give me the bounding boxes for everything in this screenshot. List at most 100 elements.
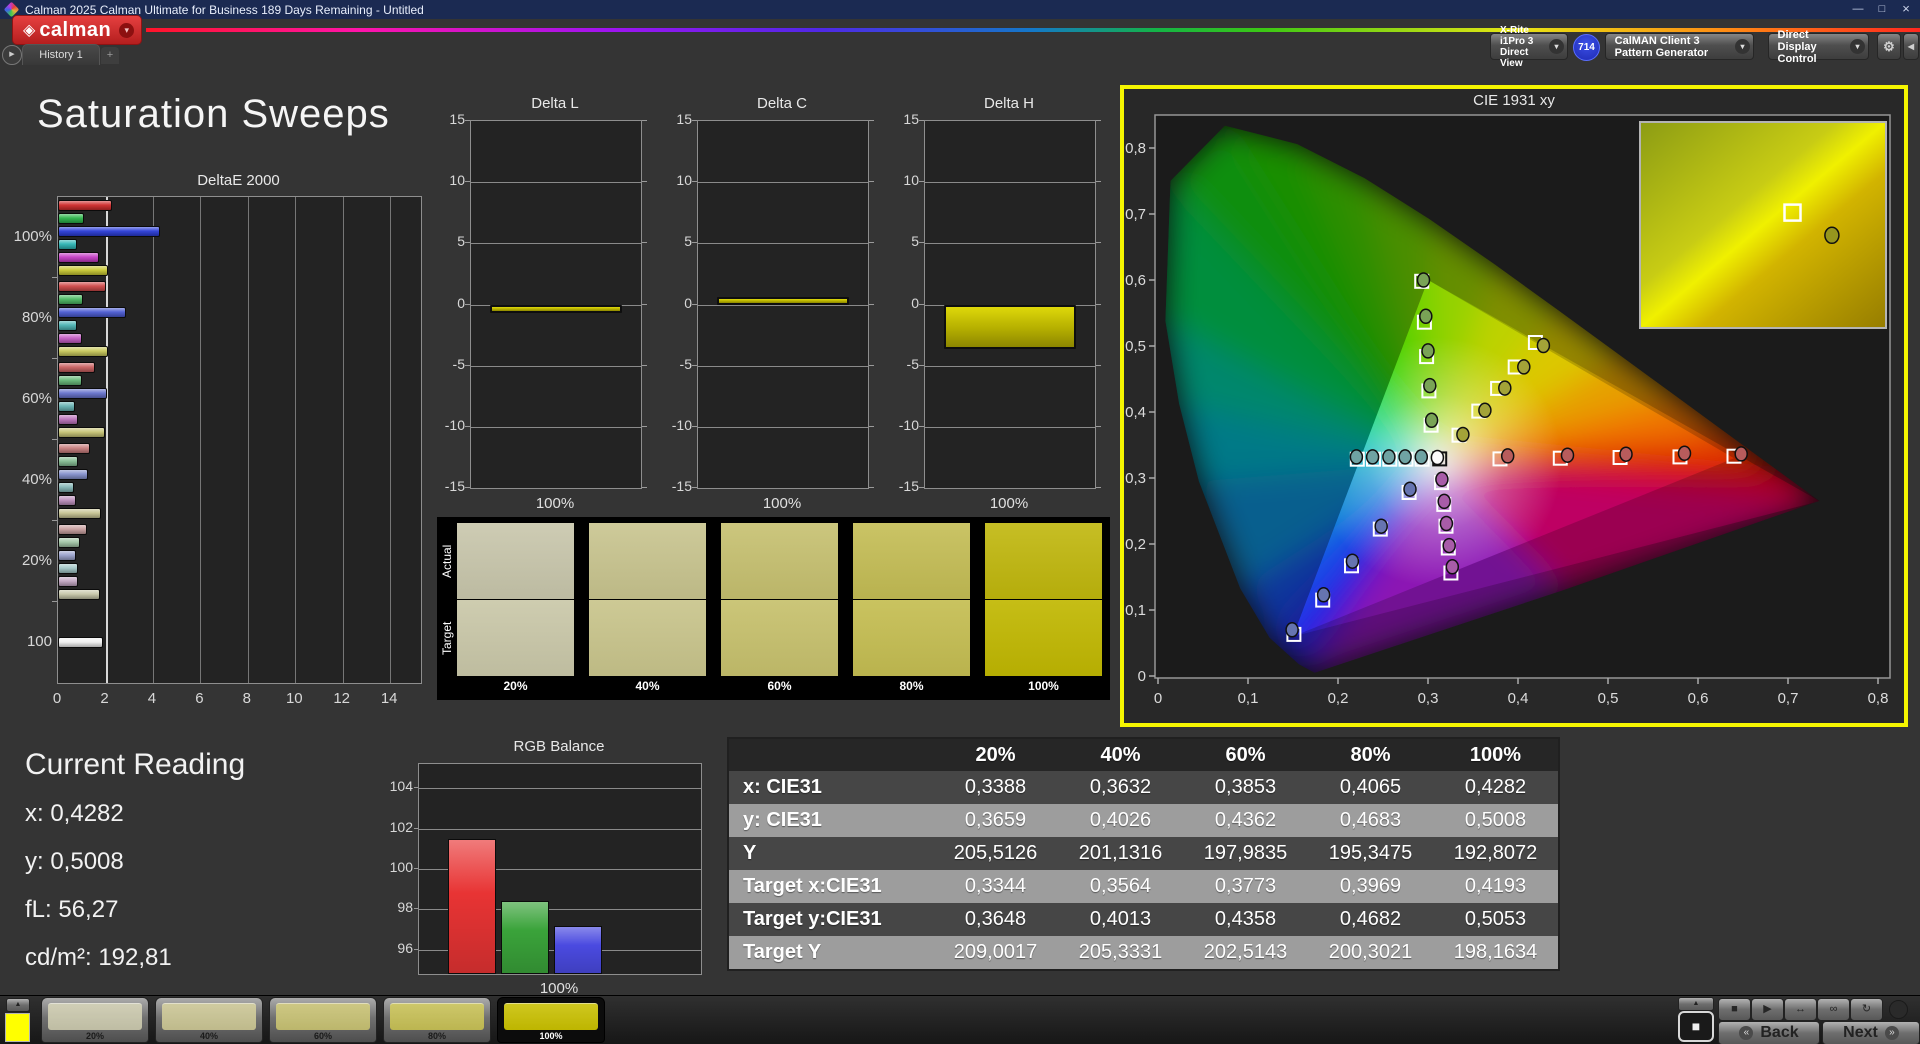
bar-blue — [554, 925, 602, 974]
pattern-swatch-color — [48, 1003, 142, 1030]
swatch-column-label: 40% — [635, 679, 660, 693]
close-button[interactable]: × — [1894, 0, 1918, 19]
swatch-column-label: 80% — [899, 679, 924, 693]
table-cell: 0,4358 — [1214, 908, 1277, 930]
axis-tick — [692, 181, 697, 183]
calman-menu-button[interactable]: ◈ calman ▾ — [12, 15, 142, 45]
bar-red — [58, 523, 87, 535]
group-label: 100 — [26, 633, 52, 650]
bar-100pct — [717, 297, 849, 306]
table-row: Target x:CIE31 0,3344 0,3564 0,3773 0,3969 0,… — [729, 870, 1558, 903]
chart-title: Delta H — [983, 95, 1035, 112]
table-cell: 205,3331 — [1078, 941, 1163, 963]
pattern-swatch-button-80%[interactable]: 80% — [383, 997, 491, 1043]
bar-yellow — [58, 264, 108, 276]
axis-tick — [1096, 242, 1101, 244]
meter-count-badge[interactable]: 714 — [1573, 34, 1600, 61]
stop-pattern-button[interactable]: ■ — [1678, 1011, 1714, 1042]
current-reading-title: Current Reading — [25, 748, 246, 781]
axis-tick — [692, 364, 697, 366]
add-tab-button[interactable]: + — [101, 47, 119, 64]
axis-tick — [869, 425, 874, 427]
cie-chart-title: CIE 1931 xy — [1473, 92, 1555, 109]
plot-area — [57, 196, 422, 684]
minimize-button[interactable]: — — [1846, 0, 1870, 19]
axis-tick — [465, 487, 470, 488]
bar-cyan — [58, 238, 78, 250]
back-label: Back — [1760, 1024, 1799, 1041]
table-cell: 0,3659 — [964, 809, 1027, 831]
display-status-stripe — [1771, 36, 1774, 57]
axis-tick — [919, 181, 924, 183]
bar-cyan — [58, 562, 79, 574]
pattern-swatch-button-40%[interactable]: 40% — [155, 997, 263, 1043]
table-cell: 0,4193 — [1464, 875, 1527, 897]
x-tick-label: 4 — [147, 690, 157, 707]
x-tick-label: 6 — [195, 690, 204, 707]
transport-collapse-button[interactable]: ▲ — [1678, 997, 1714, 1011]
table-cell: 192,8072 — [1453, 842, 1538, 864]
axis-tick — [642, 364, 647, 366]
axis-tick — [465, 242, 470, 244]
axis-tick — [869, 181, 874, 183]
meter-dropdown[interactable]: X-Rite i1Pro 3 Direct View ▾ — [1490, 25, 1568, 69]
table-cell: 40% — [1100, 743, 1141, 766]
back-button[interactable]: « Back — [1718, 1021, 1820, 1044]
step-button[interactable]: ↔ — [1784, 998, 1817, 1021]
tab-history-1[interactable]: History 1 — [22, 44, 100, 65]
x-axis-label: 100% — [989, 495, 1029, 512]
chevron-down-icon: ▾ — [1735, 39, 1750, 54]
swatch-actual-60% — [721, 523, 838, 599]
meter-label: X-Rite i1Pro 3 Direct View — [1500, 24, 1534, 69]
rgb-balance-chart: RGB Balance 104 102 100 98 96 100% — [385, 736, 715, 1001]
axis-tick — [52, 520, 57, 521]
table-cell: 0,3773 — [1214, 875, 1277, 897]
grid-line — [247, 197, 249, 683]
bar-green — [58, 293, 84, 305]
pattern-swatch-button-20%[interactable]: 20% — [41, 997, 149, 1043]
x-tick-label: 8 — [242, 690, 251, 707]
y-tick-label: 0 — [457, 294, 465, 311]
svg-text:0,7: 0,7 — [1778, 690, 1799, 707]
axis-tick — [919, 425, 924, 427]
continuous-button[interactable]: ∞ — [1817, 998, 1850, 1021]
delta-h-chart: Delta H 15 10 5 0 -5 -10 -15 100% — [894, 95, 1104, 515]
axis-tick — [642, 425, 647, 427]
axis-tick — [414, 908, 418, 910]
pattern-swatch-label: 60% — [313, 1031, 332, 1041]
stop-button[interactable]: ■ — [1718, 998, 1751, 1021]
axis-tick — [465, 181, 470, 183]
pattern-swatch-color — [162, 1003, 256, 1030]
refresh-button[interactable]: ↻ — [1850, 998, 1883, 1021]
group-label: 80% — [21, 309, 52, 326]
y-tick-label: -15 — [671, 478, 692, 494]
bar-red — [58, 280, 106, 292]
settings-button[interactable]: ⚙ — [1877, 33, 1901, 60]
x-tick-label: 0 — [52, 690, 62, 707]
play-button[interactable]: ▶ — [1751, 998, 1784, 1021]
y-tick-label: 96 — [397, 939, 413, 956]
reading-y: y: 0,5008 — [25, 848, 124, 875]
grid-line — [925, 426, 1095, 428]
next-label: Next — [1843, 1024, 1878, 1041]
cie-1931-panel: 0 0 0,1 0,1 0,2 0,2 0,3 0,3 0,4 0,4 0,5 0,5 0,6 0,6 0,… — [1120, 85, 1908, 727]
pattern-collapse-button[interactable]: ▲ — [6, 998, 30, 1012]
chart-title: Delta L — [531, 95, 579, 112]
pattern-swatch-button-100%[interactable]: 100% — [497, 997, 605, 1043]
history-expand-button[interactable]: ▶ — [2, 45, 22, 65]
svg-text:0,5: 0,5 — [1598, 690, 1619, 707]
next-button[interactable]: Next » — [1822, 1021, 1920, 1044]
display-control-dropdown[interactable]: Direct Display Control ▾ — [1768, 29, 1869, 65]
maximize-button[interactable]: □ — [1870, 0, 1894, 19]
bar-green — [58, 536, 80, 548]
grid-line — [698, 426, 868, 428]
y-tick-label: 0 — [911, 294, 919, 311]
grid-line — [698, 243, 868, 245]
table-cell: x: CIE31 — [743, 776, 822, 798]
collapse-toolbar-button[interactable]: ◀ — [1903, 33, 1919, 60]
pattern-swatch-button-60%[interactable]: 60% — [269, 997, 377, 1043]
axis-tick — [1096, 303, 1101, 305]
x-tick-label: 2 — [100, 690, 109, 707]
group-label: 60% — [21, 390, 52, 407]
pattern-generator-dropdown[interactable]: CalMAN Client 3 Pattern Generator ▾ — [1605, 33, 1754, 60]
